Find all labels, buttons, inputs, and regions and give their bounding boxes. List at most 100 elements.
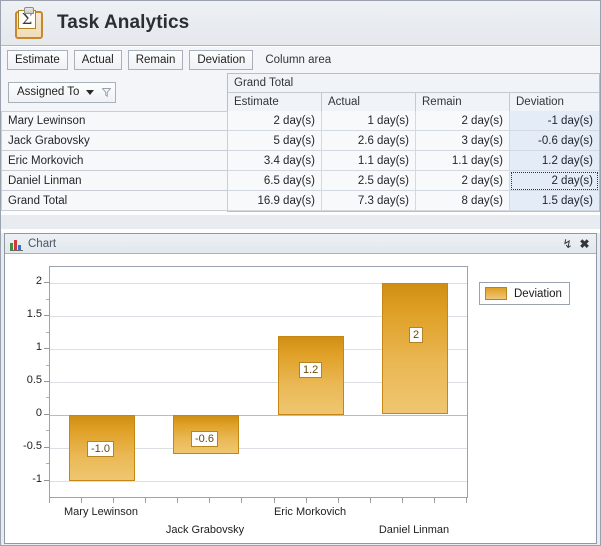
table-cell[interactable]: 2.5 day(s) [322,171,416,191]
x-axis-tick-mark [113,498,114,503]
y-axis-minor-tick [46,463,49,464]
chart-body: -1.0-0.61.22 Deviation 21.510.50-0.5-1Ma… [5,254,596,543]
task-analytics-window: Σ Task Analytics Estimate Actual Remain … [0,0,601,546]
bar-value-label: -1.0 [87,441,114,457]
pivot-data-grid: 2 day(s)1 day(s)2 day(s)-1 day(s)5 day(s… [227,111,600,212]
y-axis-tick-mark [44,282,49,283]
x-axis-tick-mark [338,498,339,503]
y-axis-tick-label: 2 [36,276,42,287]
table-cell[interactable]: 2.6 day(s) [322,131,416,151]
table-row: 2 day(s)1 day(s)2 day(s)-1 day(s) [228,111,599,131]
pivot-table: Grand Total EstimateActualRemainDeviatio… [1,73,600,215]
y-axis-minor-tick [46,299,49,300]
x-axis-category-label: Jack Grabovsky [135,524,275,536]
table-cell[interactable]: 5 day(s) [228,131,322,151]
table-cell[interactable]: 2 day(s) [510,171,599,191]
measure-header-row: EstimateActualRemainDeviation [228,93,599,111]
row-header-cell[interactable]: Grand Total [1,191,228,211]
field-button-deviation[interactable]: Deviation [189,50,253,70]
chart-panel-title: Chart [28,238,56,250]
y-axis-tick-label: -1 [32,474,42,485]
measure-header-estimate[interactable]: Estimate [228,93,322,111]
bar-value-label: -0.6 [191,431,218,447]
chart-plot-area: -1.0 -0.6 1.2 2 [49,266,468,498]
y-axis-tick-mark [44,315,49,316]
x-axis-tick-mark [145,498,146,503]
column-area-label: Column area [265,54,331,66]
y-axis-tick-mark [44,447,49,448]
y-axis-tick-mark [44,381,49,382]
table-cell[interactable]: 16.9 day(s) [228,191,322,211]
table-row: 3.4 day(s)1.1 day(s)1.1 day(s)1.2 day(s) [228,151,599,171]
y-axis-tick-mark [44,480,49,481]
measure-header-actual[interactable]: Actual [322,93,416,111]
chart-bar[interactable] [382,283,448,414]
table-cell[interactable]: 1.1 day(s) [416,151,510,171]
table-cell[interactable]: 1.5 day(s) [510,191,599,211]
row-header-cell[interactable]: Eric Morkovich [1,151,228,171]
y-axis-minor-tick [46,332,49,333]
table-cell[interactable]: 2 day(s) [416,111,510,131]
close-icon[interactable]: ✖ [577,236,592,251]
x-axis-tick-mark [49,498,50,503]
measure-header-remain[interactable]: Remain [416,93,510,111]
table-cell[interactable]: 1.1 day(s) [322,151,416,171]
measure-header-deviation[interactable]: Deviation [510,93,599,111]
table-cell[interactable]: 1.2 day(s) [510,151,599,171]
column-group-header[interactable]: Grand Total [228,74,599,93]
field-button-estimate[interactable]: Estimate [7,50,68,70]
pivot-bottom-strip [1,215,600,229]
bar-chart-icon [10,238,23,250]
y-axis-minor-tick [46,430,49,431]
pin-icon[interactable]: ↯ [560,236,575,251]
clipboard-clamp [24,7,34,14]
x-axis-tick-mark [434,498,435,503]
y-axis-tick-label: 0.5 [27,375,42,386]
x-axis-tick-mark [274,498,275,503]
chart-panel: Chart ↯ ✖ -1.0-0.61.22 Deviation 21.510.… [4,233,597,544]
chart-legend[interactable]: Deviation [479,282,570,305]
row-header-cell[interactable]: Jack Grabovsky [1,131,228,151]
table-cell[interactable]: 8 day(s) [416,191,510,211]
table-row: 6.5 day(s)2.5 day(s)2 day(s)2 day(s) [228,171,599,191]
x-axis-tick-mark [402,498,403,503]
pivot-row-header-column: Mary LewinsonJack GrabovskyEric Morkovic… [1,111,228,211]
field-button-remain[interactable]: Remain [128,50,184,70]
x-axis-category-label: Eric Morkovich [240,506,380,518]
table-cell[interactable]: 3 day(s) [416,131,510,151]
table-cell[interactable]: 6.5 day(s) [228,171,322,191]
x-axis-tick-mark [209,498,210,503]
table-cell[interactable]: -1 day(s) [510,111,599,131]
x-axis-tick-mark [466,498,467,503]
y-axis-tick-label: -0.5 [23,441,42,452]
page-title: Task Analytics [57,12,189,34]
field-button-bar: Estimate Actual Remain Deviation Column … [1,47,600,73]
table-cell[interactable]: 2 day(s) [228,111,322,131]
bar-value-label: 1.2 [299,362,322,378]
x-axis-tick-mark [81,498,82,503]
x-axis-tick-mark [370,498,371,503]
y-axis-tick-label: 1.5 [27,309,42,320]
table-cell[interactable]: 3.4 day(s) [228,151,322,171]
row-header-cell[interactable]: Mary Lewinson [1,111,228,131]
pivot-column-header: Grand Total EstimateActualRemainDeviatio… [227,73,600,111]
x-axis-tick-mark [241,498,242,503]
y-axis-tick-mark [44,348,49,349]
row-header-cell[interactable]: Daniel Linman [1,171,228,191]
table-cell[interactable]: -0.6 day(s) [510,131,599,151]
table-row: 5 day(s)2.6 day(s)3 day(s)-0.6 day(s) [228,131,599,151]
field-button-actual[interactable]: Actual [74,50,122,70]
x-axis-category-label: Mary Lewinson [31,506,171,518]
bar-value-label: 2 [409,327,423,343]
x-axis-tick-mark [177,498,178,503]
table-cell[interactable]: 2 day(s) [416,171,510,191]
y-axis-tick-mark [44,414,49,415]
x-axis-tick-mark [306,498,307,503]
y-axis-minor-tick [46,397,49,398]
panel-right-edge [597,233,600,544]
legend-swatch-deviation [485,287,507,300]
clipboard-sigma-icon: Σ [15,7,43,39]
table-cell[interactable]: 1 day(s) [322,111,416,131]
table-cell[interactable]: 7.3 day(s) [322,191,416,211]
x-axis-category-label: Daniel Linman [344,524,484,536]
